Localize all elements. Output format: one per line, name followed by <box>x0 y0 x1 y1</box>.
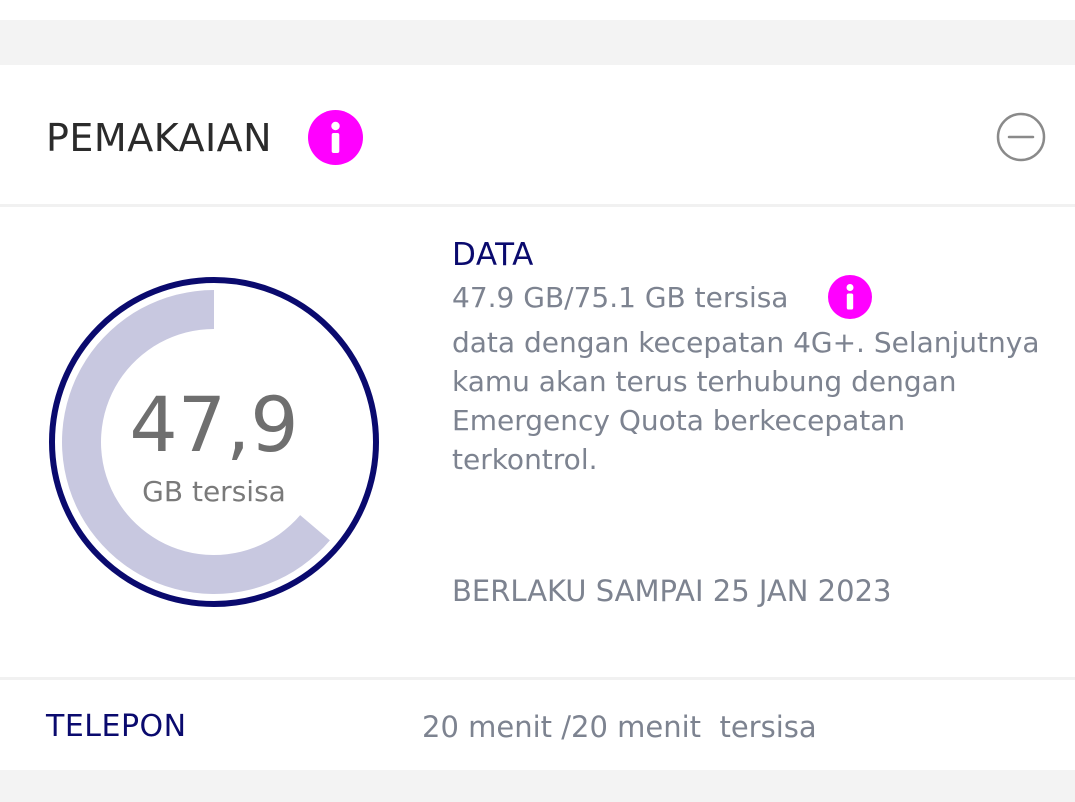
divider <box>0 204 1075 207</box>
phone-label: TELEPON <box>46 709 187 744</box>
top-spacer <box>0 20 1075 65</box>
valid-until: BERLAKU SAMPAI 25 JAN 2023 <box>452 574 892 608</box>
gauge-value: 47,9 <box>129 380 299 469</box>
usage-title: PEMAKAIAN <box>46 116 273 160</box>
collapse-icon[interactable] <box>996 112 1046 162</box>
phone-value: 20 menit /20 menit tersisa <box>422 710 817 744</box>
data-description: data dengan kecepatan 4G+. Selanjutnya k… <box>452 326 1040 476</box>
data-title: DATA <box>452 237 534 273</box>
divider <box>0 677 1075 680</box>
data-info-icon[interactable] <box>828 275 872 319</box>
bottom-spacer <box>0 770 1075 802</box>
info-icon[interactable] <box>308 110 363 165</box>
data-amount: 47.9 GB/75.1 GB tersisa <box>452 281 789 314</box>
gauge-unit: GB tersisa <box>142 475 286 508</box>
